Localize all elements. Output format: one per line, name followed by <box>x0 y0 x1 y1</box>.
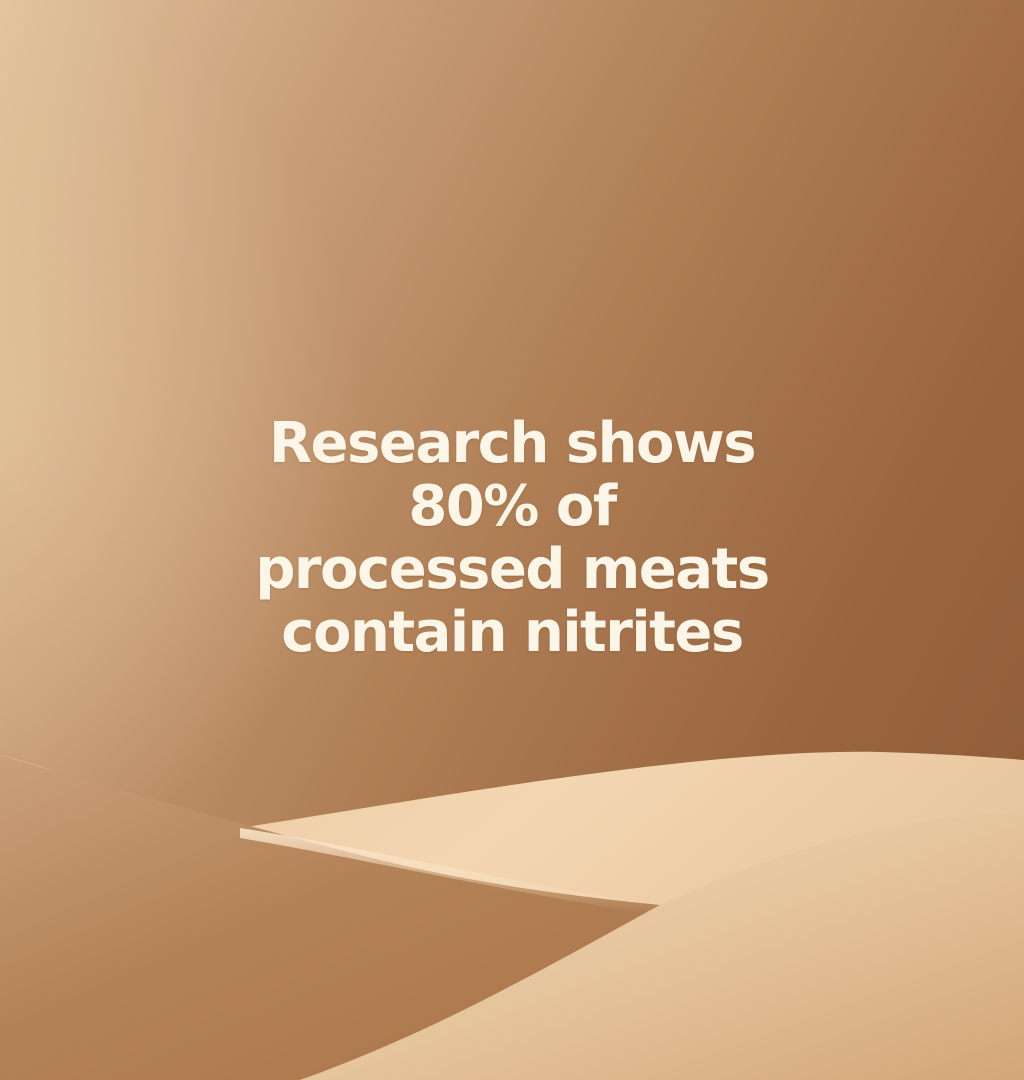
headline-line: 80% of <box>408 474 617 539</box>
headline-line: contain nitrites <box>281 600 744 665</box>
headline-line: processed meats <box>255 537 770 602</box>
background-canvas: Research shows 80% of processed meats co… <box>0 0 1024 1080</box>
headline-line: Research shows <box>268 411 757 476</box>
headline-message: Research shows 80% of processed meats co… <box>212 412 812 664</box>
